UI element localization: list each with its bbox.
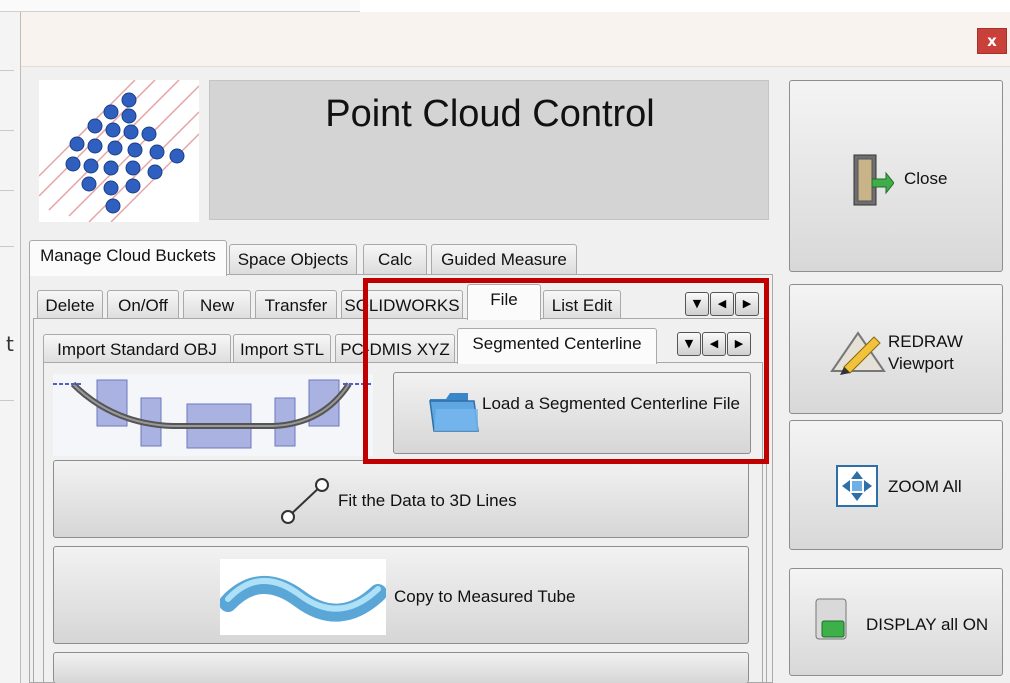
redraw-label: REDRAW Viewport <box>888 332 963 373</box>
zoom-all-icon <box>836 465 878 512</box>
load-segmented-centerline-button[interactable]: Load a Segmented Centerline File <box>393 372 751 454</box>
redraw-viewport-button[interactable]: REDRAW Viewport <box>789 284 1003 414</box>
next-action-button[interactable] <box>53 652 749 683</box>
header-panel: Point Cloud Control <box>209 80 769 220</box>
tab-on-off[interactable]: On/Off <box>107 290 179 320</box>
file-tab-scroller: ▼ ◀ ▶ <box>677 332 751 356</box>
tab-calc[interactable]: Calc <box>363 244 427 274</box>
tab-delete[interactable]: Delete <box>37 290 103 320</box>
tab-pc-dmis-xyz[interactable]: PC-DMIS XYZ <box>335 334 455 364</box>
tab-transfer[interactable]: Transfer <box>255 290 337 320</box>
copy-to-measured-tube-label: Copy to Measured Tube <box>394 587 576 606</box>
display-all-on-button[interactable]: DISPLAY all ON <box>789 568 1003 676</box>
scroll-down-icon[interactable]: ▼ <box>685 292 709 316</box>
close-button[interactable]: Close <box>789 80 1003 272</box>
zoom-all-button[interactable]: ZOOM All <box>789 420 1003 550</box>
page-title: Point Cloud Control <box>325 93 655 135</box>
tab-guided-measure[interactable]: Guided Measure <box>431 244 577 274</box>
copy-to-measured-tube-button[interactable]: Copy to Measured Tube <box>53 546 749 644</box>
scroll-left-icon[interactable]: ◀ <box>710 292 734 316</box>
tab-file[interactable]: File <box>467 284 541 320</box>
tab-import-standard-obj[interactable]: Import Standard OBJ <box>43 334 231 364</box>
fit-data-to-3d-lines-button[interactable]: Fit the Data to 3D Lines <box>53 460 749 538</box>
line-fit-icon <box>280 477 330 530</box>
folder-icon <box>428 389 480 440</box>
load-segmented-centerline-label: Load a Segmented Centerline File <box>482 394 740 413</box>
tab-segmented-centerline[interactable]: Segmented Centerline <box>457 328 657 364</box>
tab-solidworks[interactable]: SOLIDWORKS <box>341 290 463 320</box>
scroll-down-icon[interactable]: ▼ <box>677 332 701 356</box>
background-fragment: t <box>6 332 14 356</box>
sub-tab-scroller: ▼ ◀ ▶ <box>685 292 759 316</box>
scroll-left-icon[interactable]: ◀ <box>702 332 726 356</box>
centerline-preview-image <box>53 374 373 456</box>
display-all-on-label: DISPLAY all ON <box>866 615 989 634</box>
point-cloud-logo-icon <box>39 80 199 222</box>
window-close-button[interactable]: x <box>977 28 1007 54</box>
exit-door-icon <box>852 153 895 212</box>
scroll-right-icon[interactable]: ▶ <box>735 292 759 316</box>
title-bar: x <box>21 12 1010 67</box>
tab-new[interactable]: New <box>183 290 251 320</box>
fit-data-label: Fit the Data to 3D Lines <box>338 491 517 510</box>
scroll-right-icon[interactable]: ▶ <box>727 332 751 356</box>
point-cloud-control-window: x Point Cloud Control Manage Cloud Bucke… <box>20 12 1010 683</box>
pencil-ruler-icon <box>828 327 888 380</box>
tab-import-stl[interactable]: Import STL <box>233 334 331 364</box>
display-toggle-icon <box>812 597 854 648</box>
zoom-all-label: ZOOM All <box>888 477 962 496</box>
tab-manage-cloud-buckets[interactable]: Manage Cloud Buckets <box>29 240 227 276</box>
tab-space-objects[interactable]: Space Objects <box>229 244 357 274</box>
background-top-strip <box>0 0 360 12</box>
close-label: Close <box>904 169 948 188</box>
tube-icon <box>219 559 387 635</box>
tab-list-edit[interactable]: List Edit <box>543 290 621 320</box>
